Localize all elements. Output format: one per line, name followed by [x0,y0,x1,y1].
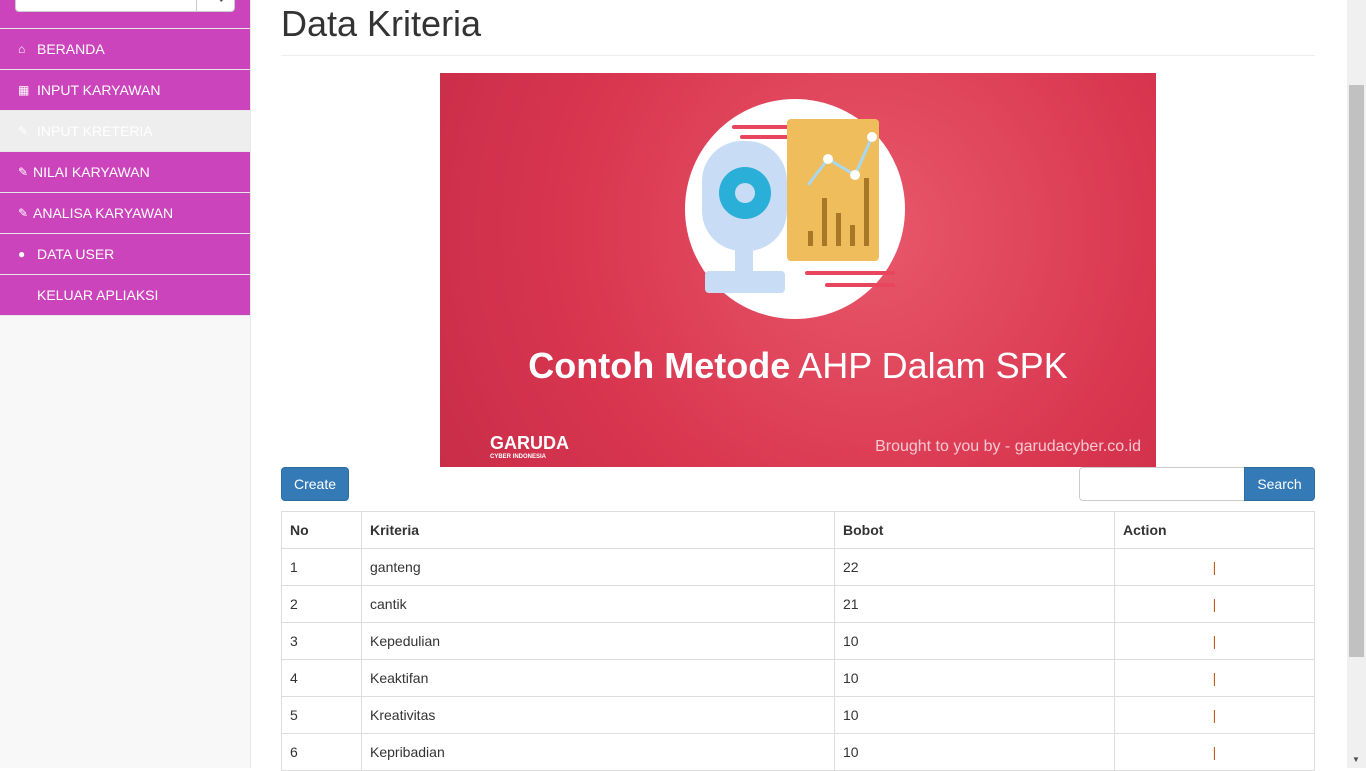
table-row: 6 Kepribadian 10 | [281,733,1315,771]
cell-no: 4 [281,659,362,697]
sidebar-item-label: ANALISA KARYAWAN [33,205,174,221]
cell-action[interactable]: | [1114,733,1315,771]
cell-no: 3 [281,622,362,660]
sidebar-item-nilai-karyawan[interactable]: ✎ NILAI KARYAWAN [0,152,250,193]
header-action: Action [1114,511,1315,549]
table-row: 5 Kreativitas 10 | [281,696,1315,734]
cell-kriteria: cantik [361,585,835,623]
header-no: No [281,511,362,549]
sidebar-item-analisa-karyawan[interactable]: ✎ ANALISA KARYAWAN [0,193,250,234]
table-row: 4 Keaktifan 10 | [281,659,1315,697]
cell-action[interactable]: | [1114,622,1315,660]
sidebar-item-label: INPUT KARYAWAN [37,82,161,98]
cell-action[interactable]: | [1114,548,1315,586]
edit-icon: ✎ [18,206,29,220]
sidebar-item-label: DATA USER [37,246,115,262]
cell-bobot: 10 [834,733,1115,771]
cell-bobot: 10 [834,659,1115,697]
cell-no: 5 [281,696,362,734]
banner-credit: Brought to you by - garudacyber.co.id [875,438,1141,455]
home-icon: ⌂ [18,42,26,56]
sidebar-item-input-karyawan[interactable]: ▦ INPUT KARYAWAN [0,70,250,111]
cell-bobot: 21 [834,585,1115,623]
cell-no: 2 [281,585,362,623]
sidebar-item-beranda[interactable]: ⌂ BERANDA [0,29,250,70]
sidebar-search: 🔍 [0,0,250,29]
sidebar-item-label: NILAI KARYAWAN [33,164,150,180]
cell-action[interactable]: | [1114,659,1315,697]
scrollbar[interactable]: ▼ [1347,0,1366,768]
edit-icon: ✎ [18,165,29,179]
sidebar-item-keluar[interactable]: KELUAR APLIAKSI [0,275,250,316]
search-icon: 🔍 [207,0,224,2]
cell-bobot: 22 [834,548,1115,586]
cell-bobot: 10 [834,622,1115,660]
header-bobot: Bobot [834,511,1115,549]
table-row: 3 Kepedulian 10 | [281,622,1315,660]
banner-image: Contoh Metode AHP Dalam SPK GARUDA CYBER … [440,73,1156,467]
cell-kriteria: Keaktifan [361,659,835,697]
header-kriteria: Kriteria [361,511,835,549]
user-icon: ● [18,247,26,261]
edit-icon: ✎ [18,124,29,138]
search-input[interactable] [1079,467,1245,501]
scroll-down-icon[interactable]: ▼ [1352,755,1360,764]
sidebar-search-button[interactable]: 🔍 [196,0,235,12]
banner-illustration [685,99,905,319]
cell-action[interactable]: | [1114,585,1315,623]
cell-action[interactable]: | [1114,696,1315,734]
cell-kriteria: ganteng [361,548,835,586]
table-icon: ▦ [18,83,30,97]
sidebar-item-label: BERANDA [37,41,105,57]
sidebar: 🔍 ⌂ BERANDA ▦ INPUT KARYAWAN ✎ INPUT KRETER… [0,0,251,768]
garuda-logo: GARUDA CYBER INDONESIA [490,433,569,460]
sidebar-search-input[interactable] [15,0,197,12]
cell-no: 6 [281,733,362,771]
criteria-table: No Kriteria Bobot Action 1 ganteng 22 | 2 can… [281,511,1315,771]
table-row: 2 cantik 21 | [281,585,1315,623]
banner-title: Contoh Metode AHP Dalam SPK [528,345,1068,386]
page-title: Data Kriteria [281,3,1315,56]
cell-kriteria: Kreativitas [361,696,835,734]
create-button[interactable]: Create [281,467,350,501]
cell-bobot: 10 [834,696,1115,734]
cell-kriteria: Kepedulian [361,622,835,660]
cell-kriteria: Kepribadian [361,733,835,771]
sidebar-item-input-kreteria[interactable]: ✎ INPUT KRETERIA [0,111,250,152]
sidebar-item-label: INPUT KRETERIA [37,123,153,139]
cell-no: 1 [281,548,362,586]
scrollbar-thumb[interactable] [1349,85,1364,657]
sidebar-item-data-user[interactable]: ● DATA USER [0,234,250,275]
sidebar-item-label: KELUAR APLIAKSI [37,287,159,303]
search-button[interactable]: Search [1244,467,1315,501]
table-row: 1 ganteng 22 | [281,548,1315,586]
main-content: Data Kriteria Contoh Metode AHP Dalam SP… [281,0,1315,771]
